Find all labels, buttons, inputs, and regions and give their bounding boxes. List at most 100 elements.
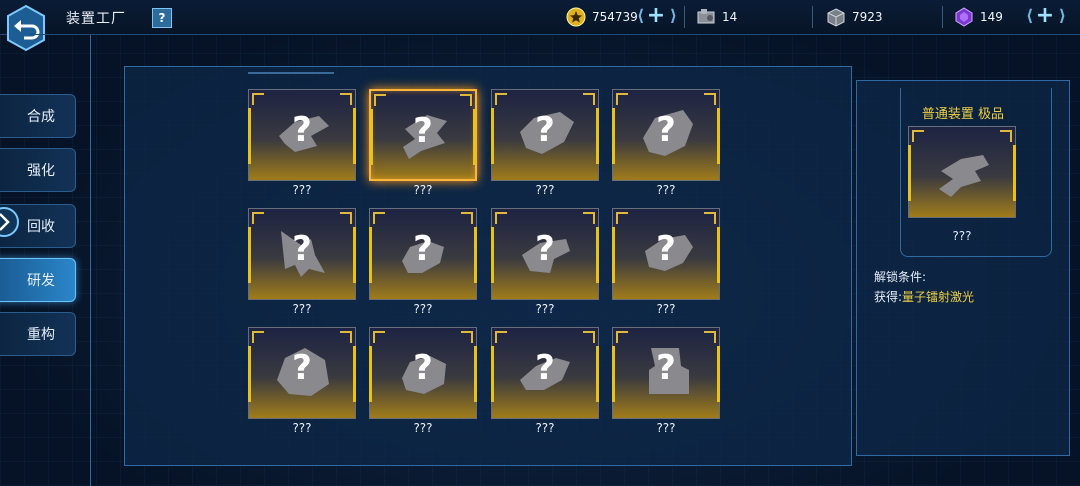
divider <box>942 6 943 28</box>
nav-enhance[interactable]: 强化 <box>0 148 76 192</box>
corner-decoration <box>252 93 264 105</box>
corner-decoration <box>616 212 628 224</box>
equipment-card[interactable]: ? <box>248 89 356 181</box>
question-mark-icon: ? <box>413 111 433 151</box>
equipment-card[interactable]: ? <box>369 89 477 181</box>
corner-decoration <box>374 94 386 106</box>
corner-decoration <box>1000 130 1012 142</box>
corner-decoration <box>460 94 472 106</box>
question-mark-icon: ? <box>535 110 555 150</box>
equipment-card[interactable]: ? <box>369 327 477 419</box>
frame-line <box>90 34 91 486</box>
purple-gem-icon <box>955 7 973 27</box>
nav-label: 研发 <box>27 273 55 289</box>
obtain-item-link[interactable]: 量子镭射激光 <box>902 290 974 304</box>
coin-counter: 754739 <box>566 6 638 28</box>
detail-item-card <box>908 126 1016 218</box>
question-mark-icon: ? <box>656 348 676 388</box>
nav-label: 合成 <box>27 109 55 125</box>
corner-decoration <box>461 331 473 343</box>
unlock-condition-value: 获得:量子镭射激光 <box>874 288 974 305</box>
corner-decoration <box>495 93 507 105</box>
nav-synthesize[interactable]: 合成 <box>0 94 76 138</box>
back-button[interactable] <box>4 4 48 52</box>
question-mark-icon: ? <box>535 348 555 388</box>
corner-decoration <box>704 331 716 343</box>
equipment-card[interactable]: ? <box>612 89 720 181</box>
equipment-name: ??? <box>656 183 676 197</box>
top-bar: 装置工厂 ? 754739 + 14 7923 149 + <box>0 0 1080 52</box>
coin-icon <box>566 7 586 27</box>
corner-decoration <box>912 130 924 142</box>
help-button[interactable]: ? <box>152 8 172 28</box>
machine-parts-icon <box>697 9 715 24</box>
corner-decoration <box>704 212 716 224</box>
side-bar <box>1013 145 1016 201</box>
obtain-prefix: 获得: <box>874 290 903 304</box>
add-coins-button[interactable]: + <box>637 5 677 28</box>
coin-value: 754739 <box>592 10 638 24</box>
corner-decoration <box>583 331 595 343</box>
question-mark-icon: ? <box>292 229 312 269</box>
equipment-name: ??? <box>535 183 555 197</box>
equipment-grid-panel <box>124 66 852 466</box>
question-mark-icon: ? <box>656 229 676 269</box>
divider <box>812 6 813 28</box>
corner-decoration <box>583 212 595 224</box>
corner-decoration <box>495 331 507 343</box>
detail-quality: 普通装置 极品 <box>921 107 1005 122</box>
question-mark-icon: ? <box>656 110 676 150</box>
side-bar <box>908 145 911 201</box>
nav-label: 强化 <box>27 163 55 179</box>
gem-counter: 149 <box>954 6 1003 28</box>
equipment-name: ??? <box>413 183 433 197</box>
equipment-name: ??? <box>535 302 555 316</box>
nav-rebuild[interactable]: 重构 <box>0 312 76 356</box>
nav-label: 重构 <box>27 327 55 343</box>
equipment-silhouette-icon <box>939 155 989 197</box>
crate-value: 7923 <box>852 10 883 24</box>
parts-value: 14 <box>722 10 738 24</box>
corner-decoration <box>252 331 264 343</box>
crate-counter: 7923 <box>826 6 883 28</box>
question-mark-icon: ? <box>292 348 312 388</box>
corner-decoration <box>340 93 352 105</box>
equipment-name: ??? <box>413 421 433 435</box>
unlock-condition-label: 解锁条件: <box>874 270 927 284</box>
corner-decoration <box>340 212 352 224</box>
frame-line <box>30 34 1080 35</box>
question-mark-icon: ? <box>413 348 433 388</box>
equipment-card[interactable]: ? <box>369 208 477 300</box>
equipment-card[interactable]: ? <box>248 327 356 419</box>
expand-arrow-icon[interactable] <box>0 202 22 242</box>
question-mark-icon: ? <box>535 229 555 269</box>
corner-decoration <box>461 212 473 224</box>
equipment-name: ??? <box>292 183 312 197</box>
question-mark-icon: ? <box>292 110 312 150</box>
equipment-card[interactable]: ? <box>612 327 720 419</box>
corner-decoration <box>340 331 352 343</box>
detail-item-name: ??? <box>952 229 972 243</box>
corner-decoration <box>583 93 595 105</box>
equipment-name: ??? <box>656 421 676 435</box>
corner-decoration <box>616 93 628 105</box>
equipment-card[interactable]: ? <box>491 327 599 419</box>
equipment-card[interactable]: ? <box>491 89 599 181</box>
equipment-card[interactable]: ? <box>248 208 356 300</box>
question-mark-icon: ? <box>413 229 433 269</box>
equipment-card[interactable]: ? <box>612 208 720 300</box>
page-title: 装置工厂 <box>66 11 126 27</box>
equipment-name: ??? <box>292 302 312 316</box>
corner-decoration <box>373 331 385 343</box>
add-gems-button[interactable]: + <box>1026 5 1066 28</box>
corner-decoration <box>704 93 716 105</box>
corner-decoration <box>616 331 628 343</box>
gem-value: 149 <box>980 10 1003 24</box>
divider <box>684 6 685 28</box>
corner-decoration <box>373 212 385 224</box>
equipment-card[interactable]: ? <box>491 208 599 300</box>
equipment-name: ??? <box>656 302 676 316</box>
nav-label: 回收 <box>27 219 55 235</box>
nav-research[interactable]: 研发 <box>0 258 76 302</box>
corner-decoration <box>495 212 507 224</box>
